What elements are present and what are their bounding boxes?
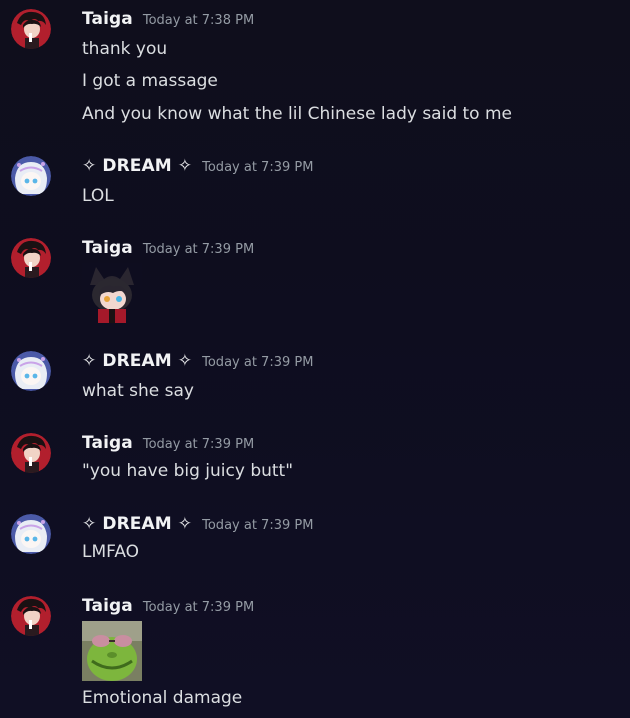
- timestamp[interactable]: Today at 7:39 PM: [143, 242, 254, 257]
- message-text: And you know what the lil Chinese lady s…: [82, 104, 513, 124]
- message-header: ✧ DREAM ✧ Today at 7:39 PM: [82, 351, 313, 375]
- username[interactable]: Taiga: [82, 433, 133, 453]
- message-header: Taiga Today at 7:39 PM: [82, 238, 254, 262]
- username[interactable]: Taiga: [82, 9, 133, 29]
- attachment-image[interactable]: [82, 621, 142, 681]
- message-header: Taiga Today at 7:38 PM: [82, 9, 254, 33]
- taiga-avatar[interactable]: [11, 596, 51, 636]
- taiga-avatar[interactable]: [11, 9, 51, 49]
- timestamp[interactable]: Today at 7:39 PM: [202, 518, 313, 533]
- message-text: LOL: [82, 186, 114, 206]
- username[interactable]: ✧ DREAM ✧: [82, 514, 192, 534]
- message-text: thank you: [82, 39, 168, 59]
- username[interactable]: Taiga: [82, 596, 133, 616]
- message-text: LMFAO: [82, 542, 140, 562]
- sticker-image[interactable]: [82, 263, 142, 323]
- message-header: Taiga Today at 7:39 PM: [82, 596, 254, 620]
- message-text: I got a massage: [82, 71, 218, 91]
- timestamp[interactable]: Today at 7:39 PM: [143, 600, 254, 615]
- dream-avatar[interactable]: [11, 514, 51, 554]
- taiga-avatar[interactable]: [11, 238, 51, 278]
- message-text: Emotional damage: [82, 688, 243, 708]
- dream-avatar[interactable]: [11, 156, 51, 196]
- message-header: Taiga Today at 7:39 PM: [82, 433, 254, 457]
- timestamp[interactable]: Today at 7:39 PM: [143, 437, 254, 452]
- timestamp[interactable]: Today at 7:39 PM: [202, 160, 313, 175]
- timestamp[interactable]: Today at 7:39 PM: [202, 355, 313, 370]
- message-text: "you have big juicy butt": [82, 461, 294, 481]
- username[interactable]: Taiga: [82, 238, 133, 258]
- username[interactable]: ✧ DREAM ✧: [82, 351, 192, 371]
- message-text: what she say: [82, 381, 194, 401]
- dream-avatar[interactable]: [11, 351, 51, 391]
- taiga-avatar[interactable]: [11, 433, 51, 473]
- username[interactable]: ✧ DREAM ✧: [82, 156, 192, 176]
- message-header: ✧ DREAM ✧ Today at 7:39 PM: [82, 156, 313, 180]
- message-header: ✧ DREAM ✧ Today at 7:39 PM: [82, 514, 313, 538]
- timestamp[interactable]: Today at 7:38 PM: [143, 13, 254, 28]
